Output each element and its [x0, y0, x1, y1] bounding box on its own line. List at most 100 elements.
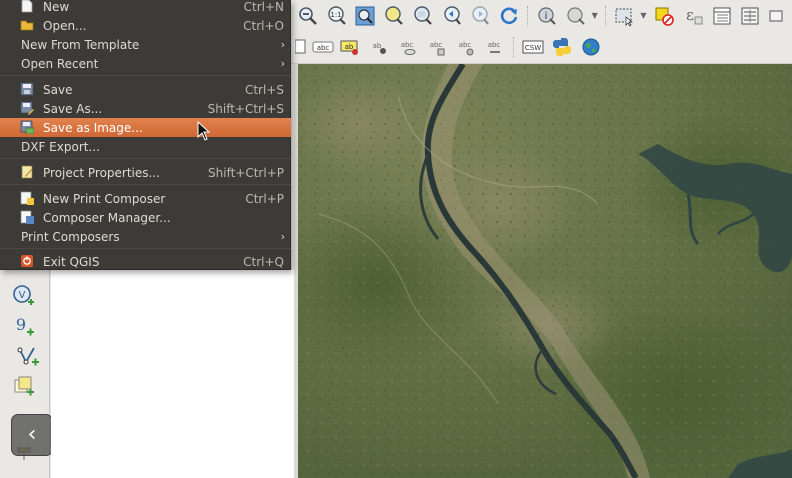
zoom-full-button[interactable] — [353, 3, 379, 29]
toolbar-separator — [604, 5, 607, 26]
select-features-button[interactable] — [612, 3, 638, 29]
table-icon — [713, 7, 731, 24]
show-hide-labels-icon: ab — [373, 42, 386, 54]
label-properties-button[interactable]: abc — [482, 34, 508, 60]
attribute-table-button[interactable] — [709, 3, 735, 29]
menu-separator — [0, 75, 291, 76]
python-console-button[interactable] — [549, 34, 575, 60]
statistics-button[interactable] — [738, 3, 764, 29]
svg-text:i: i — [545, 11, 548, 22]
layers-panel[interactable] — [51, 270, 294, 478]
svg-text:abc: abc — [459, 41, 472, 49]
menu-item-exit-qgis[interactable]: Exit QGIS Ctrl+Q — [0, 252, 291, 271]
submenu-arrow-icon: › — [280, 57, 285, 70]
zoom-to-selection-button[interactable] — [410, 3, 436, 29]
collapse-panel-button[interactable]: ‹ — [11, 414, 53, 456]
satellite-imagery — [298, 64, 792, 478]
menu-item-label: Print Composers — [21, 229, 120, 244]
identify-button[interactable]: i — [534, 3, 560, 29]
python-icon — [553, 38, 571, 56]
field-calculator-button[interactable]: ε — [680, 3, 706, 29]
layer-properties-button[interactable] — [295, 34, 309, 60]
zoom-native-button[interactable]: 1:1 — [324, 3, 350, 29]
svg-text:ab: ab — [373, 42, 382, 50]
menu-separator — [0, 158, 291, 159]
chevron-down-icon[interactable]: ▼ — [592, 11, 600, 20]
svg-text:abc: abc — [430, 41, 443, 49]
menu-shortcut: Ctrl+N — [243, 0, 284, 14]
menu-item-composer-manager[interactable]: Composer Manager... — [0, 208, 291, 227]
menu-item-label: New From Template — [21, 37, 140, 52]
refresh-button[interactable] — [496, 3, 522, 29]
menu-item-label: Composer Manager... — [43, 210, 171, 225]
zoom-to-layer-button[interactable] — [381, 3, 407, 29]
add-text-layer-icon: 9 — [16, 315, 34, 336]
chevron-down-icon[interactable]: ▼ — [640, 11, 648, 20]
move-label-icon: abc — [401, 41, 416, 55]
add-wms-icon: V — [13, 285, 34, 305]
svg-text:9: 9 — [16, 315, 26, 334]
globe-icon — [582, 38, 600, 56]
new-vector-layer-icon — [17, 347, 39, 366]
add-wms-layer-button[interactable]: V — [10, 282, 38, 310]
epsilon-icon: ε — [686, 6, 703, 24]
menu-item-label: Open... — [43, 18, 87, 33]
virtual-layer-icon — [14, 376, 34, 396]
new-vector-layer-button[interactable] — [10, 342, 48, 370]
label-properties-icon: abc — [488, 41, 501, 53]
menu-shortcut: Ctrl+P — [245, 191, 284, 206]
menu-item-save-as-image[interactable]: Save as Image... — [0, 118, 291, 137]
toolbar-separator — [527, 5, 529, 26]
zoom-out-icon — [299, 6, 317, 25]
map-canvas[interactable] — [298, 64, 792, 478]
zoom-out-button[interactable] — [295, 3, 321, 29]
menu-item-open[interactable]: Open... Ctrl+O — [0, 16, 291, 35]
svg-text:ε: ε — [686, 6, 694, 24]
svg-text:abc: abc — [488, 41, 501, 49]
change-label-icon: abc — [459, 41, 474, 56]
menu-item-open-recent[interactable]: Open Recent › — [0, 54, 291, 73]
globe-plugin-button[interactable] — [578, 34, 604, 60]
menu-item-save[interactable]: Save Ctrl+S — [0, 80, 291, 99]
map-tips-button[interactable] — [563, 3, 589, 29]
menu-item-save-as[interactable]: Save As... Shift+Ctrl+S — [0, 99, 291, 118]
menu-item-dxf-export[interactable]: DXF Export... — [0, 137, 291, 156]
layer-labeling-button[interactable]: abc — [312, 34, 334, 60]
add-delimited-text-button[interactable]: 9 — [10, 312, 38, 340]
qgis-window: 1:1 i ▼ ▼ ε abc ab ab abc abc abc abc CS… — [0, 0, 792, 478]
document-icon — [295, 39, 306, 54]
menu-item-project-properties[interactable]: Project Properties... Shift+Ctrl+P — [0, 163, 291, 182]
rotate-label-button[interactable]: abc — [424, 34, 450, 60]
exit-icon — [21, 255, 33, 267]
svg-text:abc: abc — [401, 41, 414, 49]
menu-item-print-composers[interactable]: Print Composers › — [0, 227, 291, 246]
menu-item-label: New — [43, 0, 70, 14]
pin-labels-button[interactable]: ab — [337, 34, 363, 60]
zoom-last-button[interactable] — [439, 3, 465, 29]
pin-label-icon: ab — [340, 40, 358, 55]
change-label-button[interactable]: abc — [453, 34, 479, 60]
menu-shortcut: Ctrl+Q — [243, 254, 284, 269]
deselect-button[interactable] — [651, 3, 677, 29]
zoom-last-icon — [444, 5, 461, 25]
file-menu: New Ctrl+N Open... Ctrl+O New From Templ… — [0, 0, 291, 270]
svg-text:abc: abc — [317, 44, 330, 52]
menu-shortcut: Shift+Ctrl+S — [207, 101, 284, 116]
measure-button[interactable] — [766, 3, 792, 29]
zoom-next-button[interactable] — [468, 3, 494, 29]
save-as-image-icon — [20, 120, 34, 134]
mouse-cursor-icon — [197, 121, 211, 141]
metasearch-csw-button[interactable]: CSW — [520, 34, 546, 60]
menu-item-new-print-composer[interactable]: New Print Composer Ctrl+P — [0, 189, 291, 208]
menu-item-new[interactable]: New Ctrl+N — [0, 0, 291, 16]
show-hide-labels-button[interactable]: ab — [366, 34, 392, 60]
menu-item-label: Exit QGIS — [43, 254, 100, 269]
zoom-to-selection-icon — [414, 5, 432, 25]
move-label-button[interactable]: abc — [395, 34, 421, 60]
add-virtual-layer-button[interactable] — [10, 372, 38, 400]
menu-item-new-from-template[interactable]: New From Template › — [0, 35, 291, 54]
zoom-next-icon — [472, 5, 490, 25]
zoom-to-layer-icon — [385, 5, 403, 25]
menu-item-label: New Print Composer — [43, 191, 166, 206]
toolbar-separator — [513, 37, 515, 57]
